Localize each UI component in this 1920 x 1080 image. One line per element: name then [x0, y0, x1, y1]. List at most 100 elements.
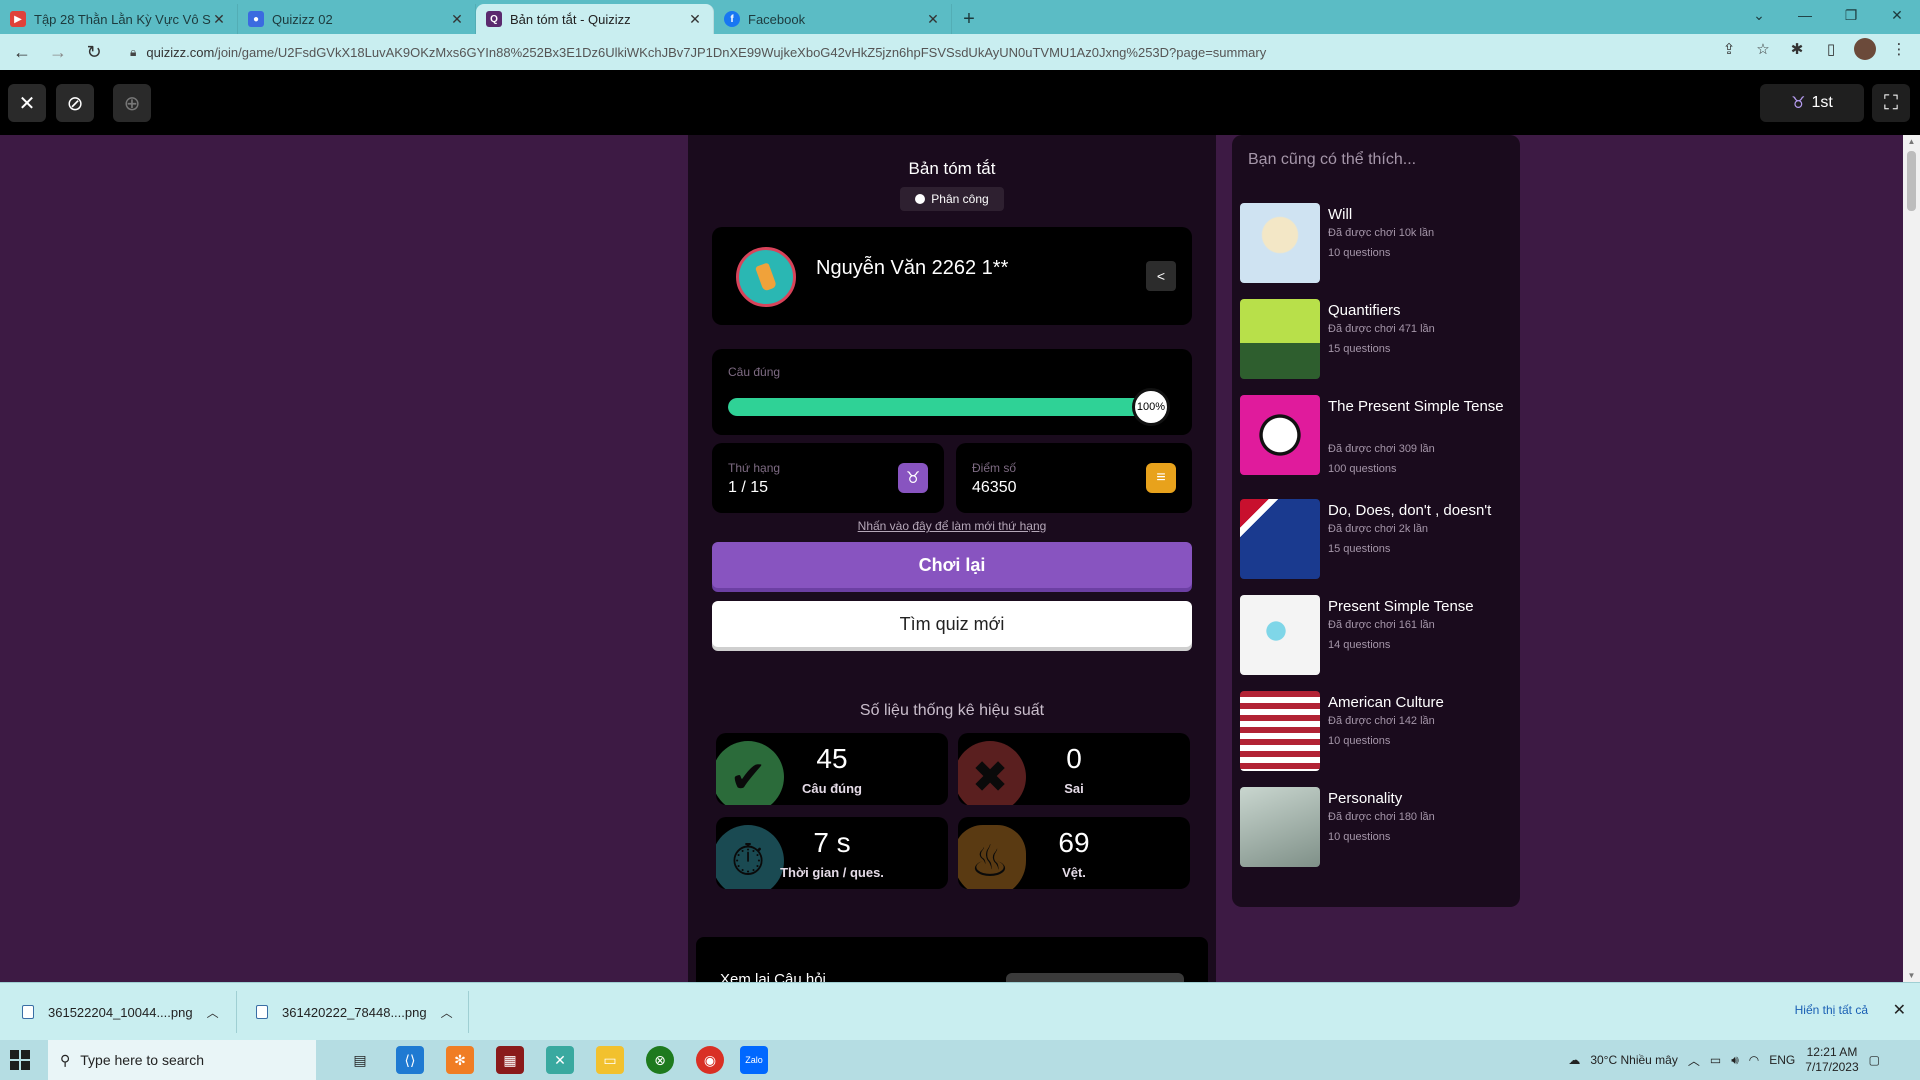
scroll-down-icon[interactable]: ▼	[1903, 971, 1920, 980]
volume-icon[interactable]: 🔊︎	[1731, 1053, 1739, 1068]
quiz-top-bar: ✕ ⊘ ⊕ ♉ 1st ⛶	[0, 70, 1920, 135]
vscode-icon[interactable]: ⟨⟩	[396, 1046, 424, 1074]
player-name: Nguyễn Văn 2262 1**	[816, 257, 1009, 279]
back-button[interactable]: ←	[8, 38, 36, 66]
tab-title: Facebook	[748, 11, 806, 27]
divider	[236, 991, 237, 1033]
perf-number: 0	[1066, 743, 1082, 774]
list-item[interactable]: Quantifiers Đã được chơi 471 lần 15 ques…	[1240, 299, 1512, 383]
tab-3[interactable]: Q Bản tóm tắt - Quizizz ✕	[476, 4, 714, 34]
download-item[interactable]: 361522204_10044....png ︿	[22, 983, 219, 1041]
app-icon[interactable]: ▦	[496, 1046, 524, 1074]
tab-2[interactable]: ● Quizizz 02 ✕	[238, 4, 476, 34]
quiz-name: The Present Simple Tense	[1328, 398, 1504, 415]
taskbar-search[interactable]: ⚲ Type here to search	[48, 1040, 316, 1080]
quiz-plays: Đã được chơi 471 lần	[1328, 323, 1435, 335]
zoom-icon[interactable]: ⊕	[113, 84, 151, 122]
quiz-question-count: 100 questions	[1328, 463, 1397, 475]
share-button[interactable]: <	[1146, 261, 1176, 291]
restore-button[interactable]: ❐	[1828, 0, 1874, 30]
accuracy-bar	[728, 398, 1148, 416]
download-item[interactable]: 361420222_78448....png ︿	[256, 983, 453, 1041]
accuracy-bar-fill	[728, 398, 1148, 416]
list-item[interactable]: Do, Does, don't , doesn't Đã được chơi 2…	[1240, 499, 1512, 583]
windows-start-icon[interactable]	[10, 1050, 30, 1070]
refresh-rank-link[interactable]: Nhấn vào đây để làm mới thứ hạng	[688, 519, 1216, 533]
lock-icon[interactable]: 🔒︎	[130, 45, 136, 60]
xampp-icon[interactable]: ✻	[446, 1046, 474, 1074]
url-field[interactable]: 🔒︎ quizizz.com/join/game/U2FsdGVkX18LuvA…	[118, 38, 1718, 66]
tab-1[interactable]: ▶ Tập 28 Thằn Lằn Kỳ Vực Vô Song ✕	[0, 4, 238, 34]
reload-button[interactable]: ↻	[80, 38, 108, 66]
list-item[interactable]: Personality Đã được chơi 180 lần 10 ques…	[1240, 787, 1512, 871]
assignment-label: Phân công	[931, 192, 989, 206]
play-again-button[interactable]: Chơi lại	[712, 542, 1192, 588]
clock-time: 12:21 AM	[1806, 1045, 1858, 1059]
quiz-plays: Đã được chơi 10k lần	[1328, 227, 1435, 239]
new-tab-button[interactable]: +	[952, 4, 986, 34]
share-icon[interactable]: ⇪	[1718, 40, 1740, 58]
tab-4[interactable]: f Facebook ✕	[714, 4, 952, 34]
profile-avatar[interactable]	[1854, 38, 1876, 60]
chrome-icon[interactable]: ◉	[696, 1046, 724, 1074]
quiz-thumbnail	[1240, 299, 1320, 379]
zalo-icon[interactable]: Zalo	[740, 1046, 768, 1074]
search-placeholder: Type here to search	[80, 1052, 205, 1068]
weather-text[interactable]: 30°C Nhiều mây	[1590, 1053, 1678, 1067]
list-item[interactable]: Present Simple Tense Đã được chơi 161 lầ…	[1240, 595, 1512, 679]
rank-label: Thứ hạng	[728, 461, 781, 475]
bookmark-star-icon[interactable]: ☆	[1752, 40, 1774, 58]
list-item[interactable]: Will Đã được chơi 10k lần 10 questions	[1240, 203, 1512, 287]
close-window-button[interactable]: ✕	[1874, 0, 1920, 30]
quiz-question-count: 15 questions	[1328, 543, 1391, 555]
page-title: Bản tóm tắt	[908, 159, 996, 178]
page-scrollbar[interactable]: ▲ ▼	[1903, 135, 1920, 982]
minimize-button[interactable]: —	[1782, 0, 1828, 30]
list-item[interactable]: American Culture Đã được chơi 142 lần 10…	[1240, 691, 1512, 775]
find-new-quiz-button[interactable]: Tìm quiz mới	[712, 601, 1192, 647]
review-toggle[interactable]	[1006, 973, 1184, 982]
notification-icon[interactable]: ▢	[1869, 1053, 1880, 1067]
perf-number: 45	[816, 743, 848, 774]
clock[interactable]: 12:21 AM 7/17/2023	[1805, 1045, 1858, 1075]
list-item[interactable]: The Present Simple Tense Đã được chơi 30…	[1240, 395, 1512, 479]
show-all-downloads-link[interactable]: Hiển thị tất cả	[1795, 1003, 1868, 1017]
exit-button[interactable]: ✕	[8, 84, 46, 122]
tab-close-icon[interactable]: ✕	[449, 11, 465, 28]
file-explorer-icon[interactable]: ▭	[596, 1046, 624, 1074]
tab-favicon-icon: ▶	[10, 11, 26, 27]
quiz-question-count: 10 questions	[1328, 735, 1391, 747]
battery-icon[interactable]: ▭	[1710, 1053, 1721, 1067]
extensions-icon[interactable]: ✱	[1786, 40, 1808, 58]
rank-text: 1st	[1811, 94, 1833, 111]
wifi-icon[interactable]: ◠	[1749, 1053, 1759, 1067]
quiz-question-count: 14 questions	[1328, 639, 1391, 651]
tab-close-icon[interactable]: ✕	[687, 11, 703, 28]
task-view-icon[interactable]: ▤	[346, 1046, 374, 1074]
tab-close-icon[interactable]: ✕	[925, 11, 941, 28]
player-card: Nguyễn Văn 2262 1** <	[712, 227, 1192, 325]
quiz-thumbnail	[1240, 787, 1320, 867]
medal-icon: ♉	[1791, 95, 1806, 112]
quiz-plays: Đã được chơi 142 lần	[1328, 715, 1435, 727]
chevron-up-icon[interactable]: ︿	[441, 1004, 453, 1021]
language-indicator[interactable]: ENG	[1769, 1053, 1795, 1067]
tab-close-icon[interactable]: ✕	[211, 11, 227, 28]
fullscreen-button[interactable]: ⛶	[1872, 84, 1910, 122]
perf-correct: ✔ 45 Câu đúng	[716, 733, 948, 805]
chevron-up-icon[interactable]: ︿	[1688, 1052, 1700, 1069]
perf-number: 7 s	[813, 827, 851, 858]
scroll-up-icon[interactable]: ▲	[1903, 137, 1920, 146]
scrollbar-thumb[interactable]	[1907, 151, 1916, 211]
system-tray: ☁ 30°C Nhiều mây ︿ ▭ 🔊︎ ◠ ENG 12:21 AM 7…	[1568, 1040, 1920, 1080]
menu-kebab-icon[interactable]: ⋮	[1888, 40, 1910, 58]
side-panel-icon[interactable]: ▯	[1820, 40, 1842, 58]
mute-icon[interactable]: ⊘	[56, 84, 94, 122]
search-icon: ⚲	[60, 1051, 71, 1068]
app-icon[interactable]: ✕	[546, 1046, 574, 1074]
chevron-up-icon[interactable]: ︿	[207, 1004, 219, 1021]
close-icon[interactable]: ✕	[1893, 1000, 1906, 1020]
forward-button[interactable]: →	[44, 38, 72, 66]
xbox-icon[interactable]: ⊗	[646, 1046, 674, 1074]
tab-search-icon[interactable]: ⌄	[1736, 0, 1782, 30]
